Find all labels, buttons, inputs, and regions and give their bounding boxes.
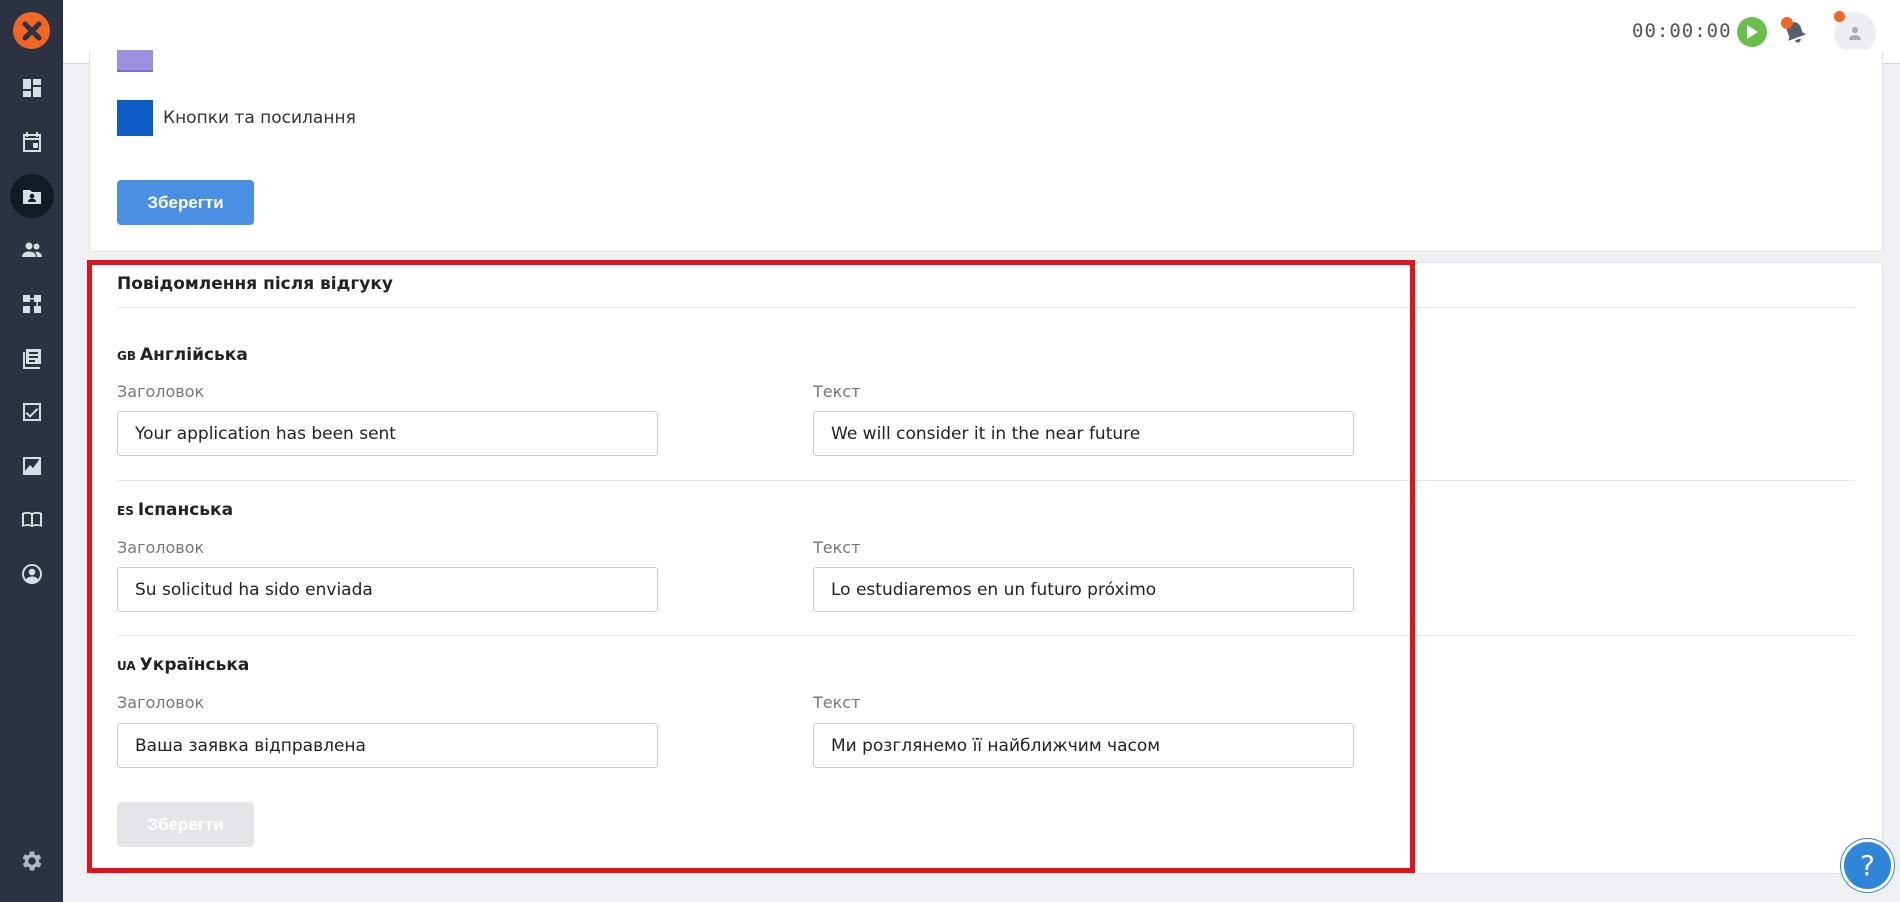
notification-badge [1781, 17, 1793, 29]
language-name: Англійська [140, 345, 248, 365]
help-icon: ? [1860, 849, 1875, 882]
color-swatch-purple[interactable] [117, 50, 153, 72]
vacancies-icon[interactable] [10, 174, 54, 218]
divider [117, 307, 1855, 308]
feedback-message-card: Повідомлення після відгуку GB Англійська … [89, 262, 1883, 874]
language-name: Іспанська [137, 500, 234, 520]
title-label: Заголовок [117, 693, 205, 712]
book-icon[interactable] [10, 498, 54, 542]
divider [117, 480, 1855, 481]
help-button[interactable]: ? [1841, 839, 1894, 892]
dashboard-icon[interactable] [10, 66, 54, 110]
swatch-label: Кнопки та посилання [163, 108, 356, 128]
library-icon[interactable] [10, 336, 54, 380]
language-heading-spanish: ES Іспанська [117, 500, 233, 520]
logo-icon[interactable] [13, 12, 50, 49]
title-input-spanish[interactable] [117, 567, 658, 612]
text-label: Текст [813, 382, 861, 401]
title-input-ukrainian[interactable] [117, 723, 658, 768]
workflow-icon[interactable] [10, 282, 54, 326]
text-input-english[interactable] [813, 411, 1354, 456]
language-heading-english: GB Англійська [117, 345, 248, 365]
colors-settings-card: Кнопки та посилання Зберегти [89, 50, 1883, 252]
language-heading-ukrainian: UA Українська [117, 655, 249, 675]
save-button[interactable]: Зберегти [117, 180, 254, 225]
save-button-disabled[interactable]: Зберегти [117, 802, 254, 847]
calendar-icon[interactable] [10, 120, 54, 164]
title-label: Заголовок [117, 538, 205, 557]
text-input-ukrainian[interactable] [813, 723, 1354, 768]
gear-icon[interactable] [19, 848, 45, 874]
text-label: Текст [813, 693, 861, 712]
status-badge [1834, 11, 1845, 22]
people-icon[interactable] [10, 228, 54, 272]
title-label: Заголовок [117, 382, 205, 401]
title-input-english[interactable] [117, 411, 658, 456]
tasks-icon[interactable] [10, 390, 54, 434]
sidebar [0, 0, 63, 902]
text-label: Текст [813, 538, 861, 557]
flag-es-icon: ES [117, 504, 134, 518]
flag-ua-icon: UA [117, 659, 136, 673]
color-swatch-buttons[interactable] [117, 100, 153, 136]
play-icon[interactable] [1737, 17, 1767, 47]
flag-gb-icon: GB [117, 349, 136, 363]
language-name: Українська [139, 655, 250, 675]
account-icon[interactable] [10, 552, 54, 596]
section-title: Повідомлення після відгуку [117, 274, 393, 294]
divider [117, 635, 1855, 636]
timer-display: 00:00:00 [1632, 20, 1732, 42]
reports-icon[interactable] [10, 444, 54, 488]
text-input-spanish[interactable] [813, 567, 1354, 612]
